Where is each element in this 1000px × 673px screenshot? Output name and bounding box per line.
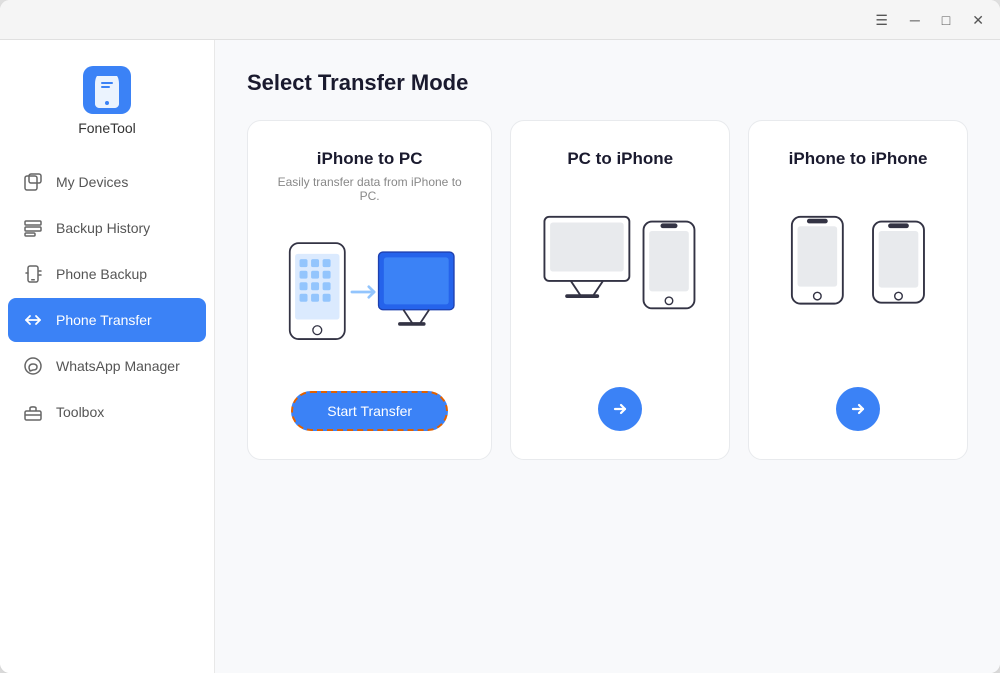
logo-section: FoneTool	[0, 50, 214, 156]
sidebar-label-backup-history: Backup History	[56, 220, 150, 236]
sidebar: FoneTool My Devices	[0, 40, 215, 673]
start-transfer-button[interactable]: Start Transfer	[291, 391, 448, 431]
card-action-iphone-to-pc: Start Transfer	[291, 381, 448, 431]
sidebar-label-my-devices: My Devices	[56, 174, 128, 190]
iphone-to-iphone-arrow-button[interactable]	[836, 387, 880, 431]
cards-container: iPhone to PC Easily transfer data from i…	[247, 120, 968, 460]
iphone-to-iphone-illustration	[773, 199, 943, 329]
maximize-button[interactable]: □	[938, 11, 954, 29]
sidebar-item-toolbox[interactable]: Toolbox	[8, 390, 206, 434]
card-iphone-to-iphone: iPhone to iPhone	[748, 120, 968, 460]
close-button[interactable]: ✕	[968, 11, 988, 29]
sidebar-label-toolbox: Toolbox	[56, 404, 104, 420]
window-controls: ☰ ─ □ ✕	[871, 11, 988, 29]
sidebar-item-whatsapp-manager[interactable]: WhatsApp Manager	[8, 344, 206, 388]
toolbox-icon	[22, 401, 44, 423]
card-action-iphone-to-iphone	[836, 377, 880, 431]
iphone-to-pc-illustration	[272, 227, 467, 357]
card-title-iphone-to-iphone: iPhone to iPhone	[789, 149, 928, 169]
logo-text: FoneTool	[78, 120, 136, 136]
sidebar-nav: My Devices Backup History	[0, 156, 214, 438]
minimize-button[interactable]: ─	[906, 11, 924, 29]
card-pc-to-iphone: PC to iPhone	[510, 120, 730, 460]
title-bar: ☰ ─ □ ✕	[0, 0, 1000, 40]
sidebar-item-phone-backup[interactable]: Phone Backup	[8, 252, 206, 296]
phone-transfer-icon	[22, 309, 44, 331]
card-desc-iphone-to-pc: Easily transfer data from iPhone to PC.	[272, 175, 467, 203]
arrow-right-icon	[611, 400, 629, 418]
my-devices-icon	[22, 171, 44, 193]
sidebar-item-my-devices[interactable]: My Devices	[8, 160, 206, 204]
phone-backup-icon	[22, 263, 44, 285]
backup-history-icon	[22, 217, 44, 239]
sidebar-label-phone-transfer: Phone Transfer	[56, 312, 152, 328]
app-window: ☰ ─ □ ✕ FoneTool	[0, 0, 1000, 673]
card-title-pc-to-iphone: PC to iPhone	[567, 149, 673, 169]
app-body: FoneTool My Devices	[0, 40, 1000, 673]
sidebar-label-phone-backup: Phone Backup	[56, 266, 147, 282]
fonetool-logo-icon	[83, 66, 131, 114]
sidebar-item-backup-history[interactable]: Backup History	[8, 206, 206, 250]
menu-button[interactable]: ☰	[871, 11, 892, 29]
page-title: Select Transfer Mode	[247, 70, 968, 96]
sidebar-item-phone-transfer[interactable]: Phone Transfer	[8, 298, 206, 342]
pc-to-iphone-arrow-button[interactable]	[598, 387, 642, 431]
arrow-right-icon-2	[849, 400, 867, 418]
card-title-iphone-to-pc: iPhone to PC	[317, 149, 423, 169]
whatsapp-icon	[22, 355, 44, 377]
sidebar-label-whatsapp-manager: WhatsApp Manager	[56, 358, 180, 374]
pc-to-iphone-illustration	[535, 199, 705, 329]
main-content: Select Transfer Mode iPhone to PC Easily…	[215, 40, 1000, 673]
card-action-pc-to-iphone	[598, 377, 642, 431]
card-iphone-to-pc: iPhone to PC Easily transfer data from i…	[247, 120, 492, 460]
